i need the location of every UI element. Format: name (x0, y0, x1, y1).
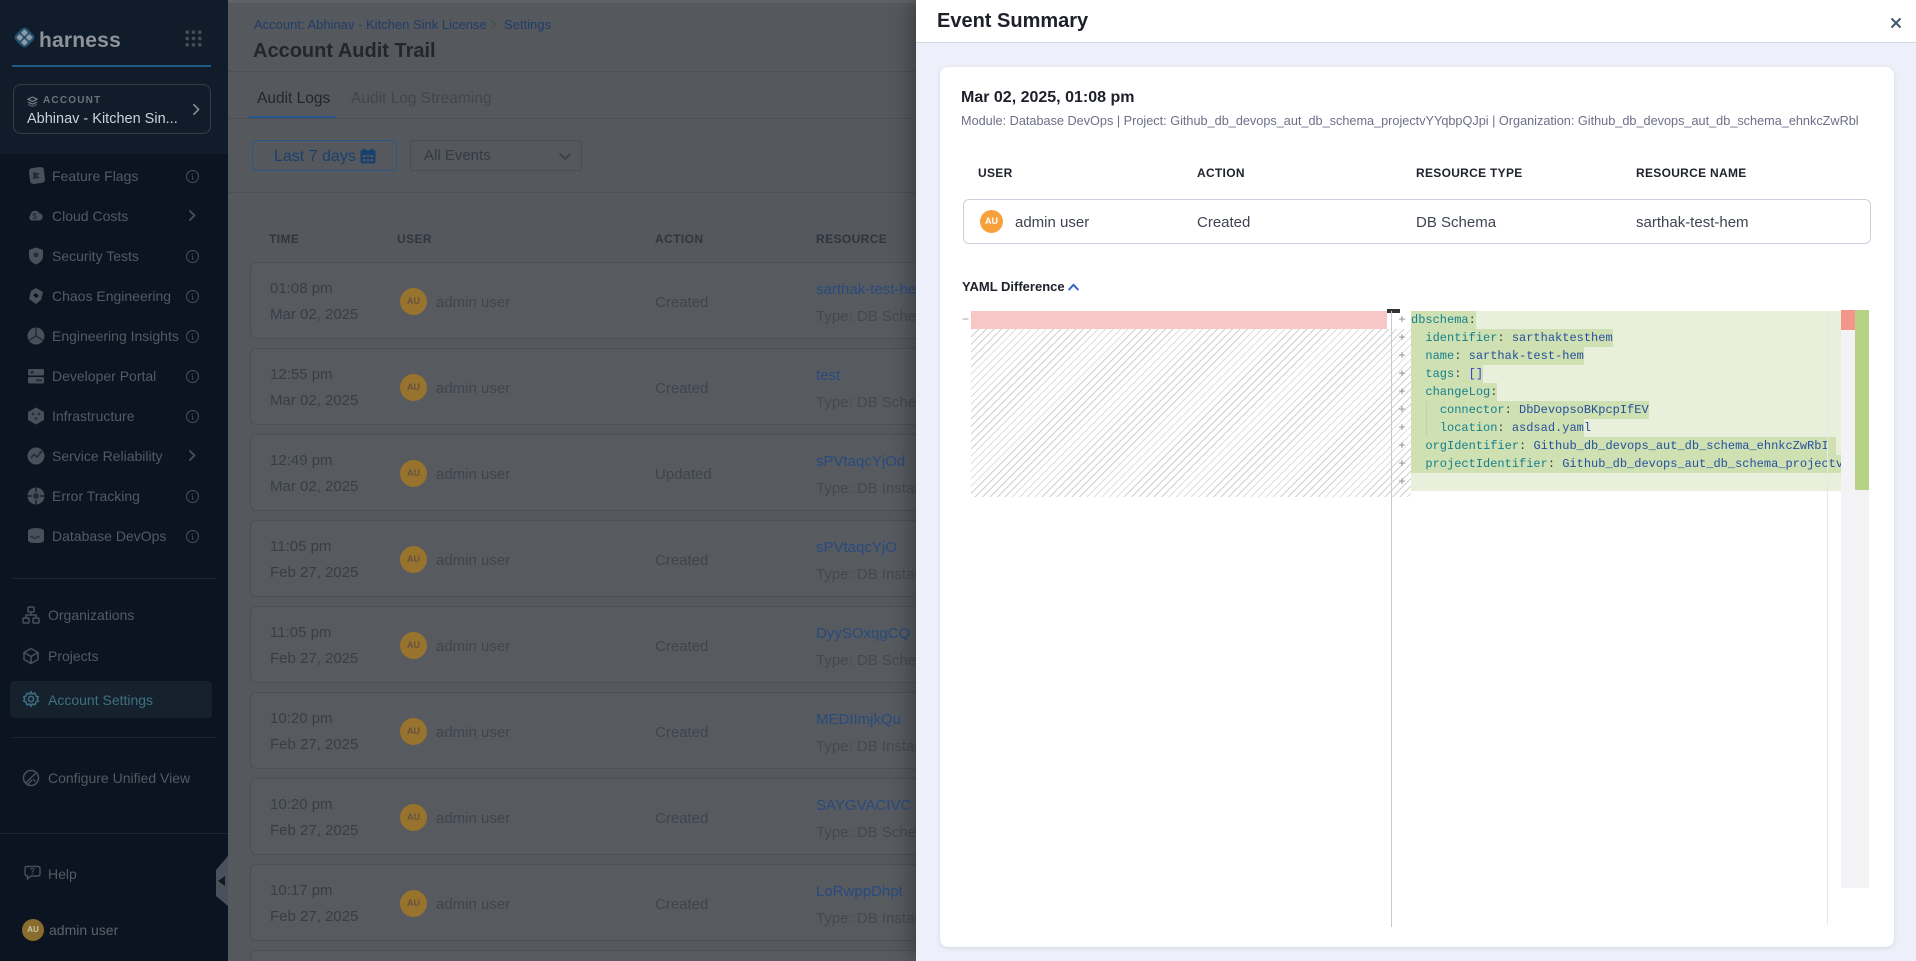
svg-text:$: $ (32, 211, 37, 221)
svg-text:?: ? (30, 867, 35, 876)
